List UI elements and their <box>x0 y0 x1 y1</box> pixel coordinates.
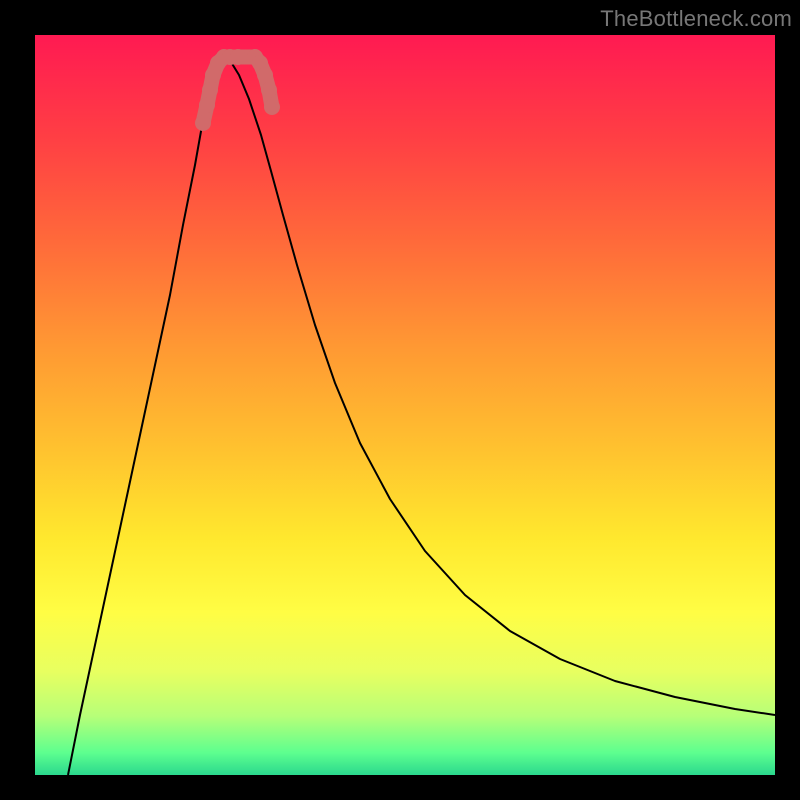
watermark-text: TheBottleneck.com <box>600 6 792 32</box>
chart-plot-area <box>35 35 775 775</box>
marker-dot <box>202 82 218 98</box>
marker-dot <box>261 82 277 98</box>
chart-svg <box>35 35 775 775</box>
curve-line <box>68 57 775 775</box>
marker-dot <box>257 67 273 83</box>
marker-dot <box>230 49 246 65</box>
chart-frame: TheBottleneck.com <box>0 0 800 800</box>
marker-dot <box>195 115 211 131</box>
marker-dot <box>264 99 280 115</box>
marker-dot <box>199 97 215 113</box>
